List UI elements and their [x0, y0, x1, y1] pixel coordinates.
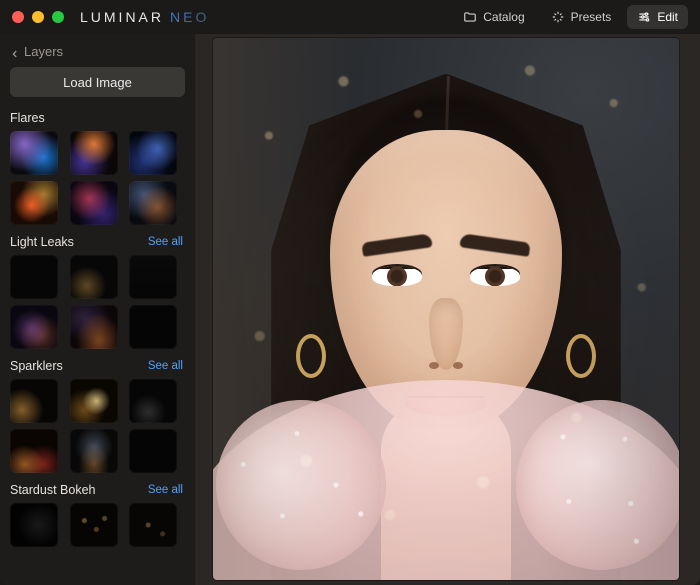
app-body: Layers Load Image Flares Light Leaks See a…: [0, 34, 700, 585]
portrait-nose: [429, 298, 463, 370]
overlay-thumbnail[interactable]: [70, 131, 118, 175]
category-light-leaks: Light Leaks See all: [10, 235, 183, 349]
edit-label: Edit: [657, 10, 678, 24]
overlay-thumbnail[interactable]: [10, 131, 58, 175]
app-window: LUMINAR NEO Catalog Presets Edit: [0, 0, 700, 585]
sparkle-icon: [551, 10, 565, 24]
folder-icon: [463, 10, 477, 24]
brand-secondary: NEO: [170, 9, 209, 25]
thumbnail-grid: [10, 379, 183, 473]
category-header: Stardust Bokeh See all: [10, 483, 183, 497]
see-all-link[interactable]: See all: [148, 484, 183, 496]
thumbnail-grid: [10, 131, 183, 225]
overlay-thumbnail[interactable]: [129, 503, 177, 547]
overlay-thumbnail[interactable]: [10, 429, 58, 473]
portrait-earring: [566, 334, 596, 378]
titlebar: LUMINAR NEO Catalog Presets Edit: [0, 0, 700, 34]
category-header: Flares: [10, 111, 183, 125]
portrait-eye: [470, 266, 520, 286]
category-stardust-bokeh: Stardust Bokeh See all: [10, 483, 183, 547]
category-title: Flares: [10, 111, 45, 125]
overlay-thumbnail[interactable]: [129, 131, 177, 175]
overlay-thumbnail[interactable]: [10, 503, 58, 547]
preview-area: [196, 34, 700, 585]
overlay-thumbnail[interactable]: [10, 379, 58, 423]
load-image-button[interactable]: Load Image: [10, 67, 185, 97]
zoom-window-button[interactable]: [52, 11, 64, 23]
chevron-left-icon: [10, 47, 20, 57]
edit-tab[interactable]: Edit: [627, 5, 688, 29]
overlay-thumbnail[interactable]: [129, 181, 177, 225]
portrait-eye: [372, 266, 422, 286]
thumbnail-grid: [10, 255, 183, 349]
back-label: Layers: [24, 44, 63, 59]
category-title: Stardust Bokeh: [10, 483, 95, 497]
close-window-button[interactable]: [12, 11, 24, 23]
overlay-thumbnail[interactable]: [70, 305, 118, 349]
presets-tab[interactable]: Presets: [541, 5, 622, 29]
portrait-brow: [361, 233, 432, 257]
thumbnail-grid: [10, 503, 183, 547]
overlay-thumbnail[interactable]: [70, 255, 118, 299]
overlay-thumbnail[interactable]: [10, 255, 58, 299]
back-to-layers[interactable]: Layers: [10, 42, 185, 67]
overlay-thumbnail[interactable]: [70, 503, 118, 547]
category-header: Sparklers See all: [10, 359, 183, 373]
overlay-thumbnail[interactable]: [129, 379, 177, 423]
overlay-thumbnail[interactable]: [10, 305, 58, 349]
window-controls: [12, 11, 64, 23]
overlay-thumbnail[interactable]: [70, 379, 118, 423]
category-flares: Flares: [10, 111, 183, 225]
overlay-thumbnail[interactable]: [129, 429, 177, 473]
category-title: Light Leaks: [10, 235, 74, 249]
overlay-thumbnail[interactable]: [129, 255, 177, 299]
app-brand: LUMINAR NEO: [80, 9, 209, 25]
preview-canvas[interactable]: [213, 38, 679, 580]
portrait-earring: [296, 334, 326, 378]
overlay-thumbnail[interactable]: [129, 305, 177, 349]
category-sparklers: Sparklers See all: [10, 359, 183, 473]
sliders-icon: [637, 10, 651, 24]
top-actions: Catalog Presets Edit: [453, 5, 688, 29]
overlay-thumbnail[interactable]: [10, 181, 58, 225]
presets-label: Presets: [571, 10, 612, 24]
see-all-link[interactable]: See all: [148, 360, 183, 372]
layers-sidebar: Layers Load Image Flares Light Leaks See a…: [0, 34, 196, 585]
brand-primary: LUMINAR: [80, 9, 164, 25]
category-header: Light Leaks See all: [10, 235, 183, 249]
category-title: Sparklers: [10, 359, 63, 373]
portrait-nostrils: [425, 362, 467, 372]
see-all-link[interactable]: See all: [148, 236, 183, 248]
catalog-label: Catalog: [483, 10, 524, 24]
minimize-window-button[interactable]: [32, 11, 44, 23]
portrait-brow: [459, 233, 530, 257]
overlay-thumbnail[interactable]: [70, 429, 118, 473]
overlay-categories-scroll[interactable]: Flares Light Leaks See all Sparklers See all…: [10, 107, 185, 575]
catalog-tab[interactable]: Catalog: [453, 5, 534, 29]
overlay-thumbnail[interactable]: [70, 181, 118, 225]
